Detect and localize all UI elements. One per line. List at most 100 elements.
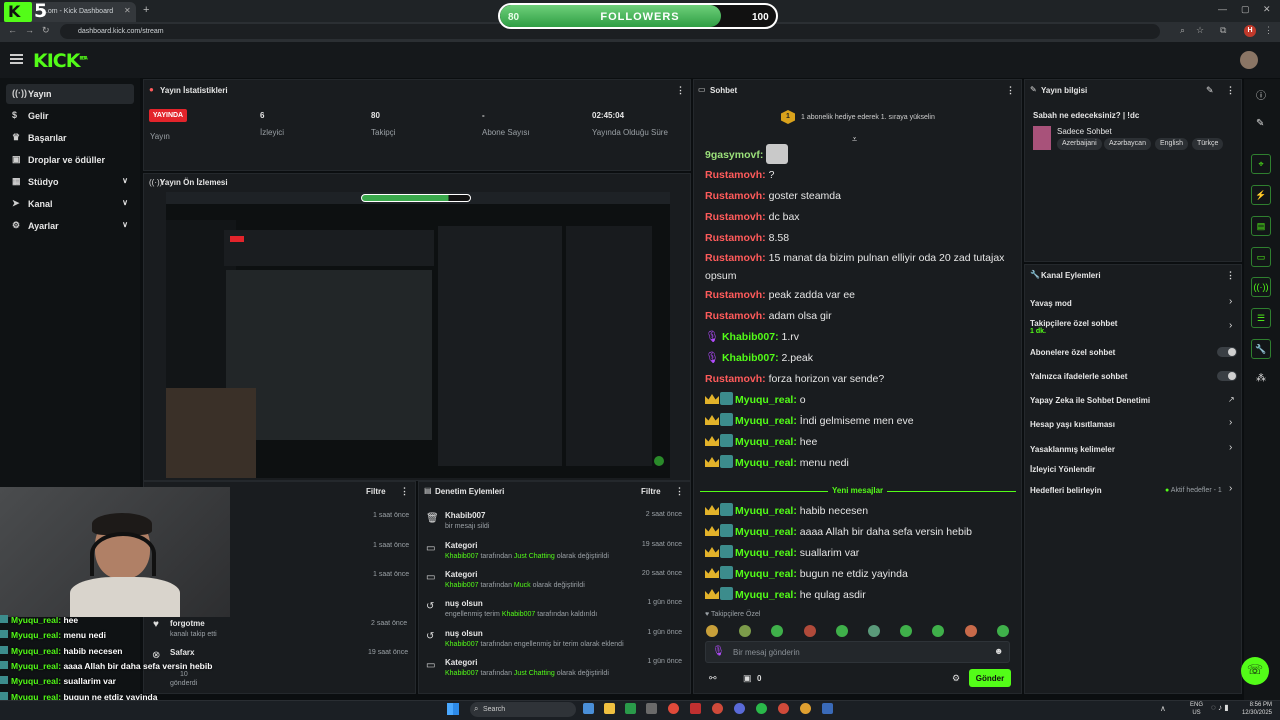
external-link-icon[interactable]: ↗ (1228, 395, 1235, 404)
chat-username[interactable]: Myuqu_real: (735, 436, 797, 448)
support-chat-icon[interactable]: ☏ (1241, 657, 1269, 685)
sidebar-item-kanal[interactable]: ➤ Kanal ∨ (6, 194, 134, 214)
stats-menu-icon[interactable]: ⋮ (676, 85, 685, 96)
chat-username[interactable]: Myuqu_real: (735, 589, 797, 601)
emoji-picker-icon[interactable]: ☻ (994, 646, 1003, 656)
emote-icon[interactable] (706, 625, 718, 637)
emote-icon[interactable] (965, 625, 977, 637)
app-icon[interactable] (625, 703, 636, 714)
action-subs-only[interactable]: Abonelere özel sohbet (1030, 348, 1115, 357)
activity-menu-icon[interactable]: ⋮ (400, 486, 409, 497)
sidebar-item-studyo[interactable]: ▦ Stüdyo ∨ (6, 172, 134, 192)
chat-username[interactable]: Rustamovh: (705, 232, 766, 244)
stream-info-menu-icon[interactable]: ⋮ (1226, 85, 1235, 96)
chat-menu-icon[interactable]: ⋮ (1006, 85, 1015, 96)
spotify-icon[interactable] (756, 703, 767, 714)
chat-username[interactable]: Myuqu_real: (735, 568, 797, 580)
app-icon[interactable] (778, 703, 789, 714)
rail-chat-icon[interactable]: ▭ (1251, 247, 1271, 267)
close-window-icon[interactable]: ✕ (1263, 4, 1271, 15)
chat-username[interactable]: 9gasymovf: (705, 149, 763, 161)
rail-wrench-icon[interactable]: 🔧 (1251, 339, 1271, 359)
forward-icon[interactable]: → (25, 25, 34, 35)
pencil-icon[interactable]: ✎ (1256, 118, 1264, 129)
chat-username[interactable]: Myuqu_real: (735, 547, 797, 559)
mod-filter-button[interactable]: Filtre (641, 487, 661, 496)
sidebar-item-gelir[interactable]: $ Gelir (6, 106, 134, 126)
subs-only-toggle[interactable] (1217, 347, 1237, 357)
chrome-icon[interactable] (712, 703, 723, 714)
chevron-right-icon[interactable]: › (1229, 442, 1232, 453)
chevron-right-icon[interactable]: › (1229, 483, 1232, 494)
action-ai-moderation[interactable]: Yapay Zeka ile Sohbet Denetimi (1030, 396, 1150, 405)
kick-logo[interactable]: KICKBETA (33, 50, 88, 72)
app-icon[interactable] (646, 703, 657, 714)
chevron-right-icon[interactable]: › (1229, 320, 1232, 331)
chat-username[interactable]: Rustamovh: (705, 252, 766, 264)
action-raid[interactable]: İzleyici Yönlendir (1030, 465, 1095, 474)
emote-icon[interactable] (804, 625, 816, 637)
rail-document-icon[interactable]: ▤ (1251, 216, 1271, 236)
chevron-right-icon[interactable]: › (1229, 417, 1232, 428)
chat-username[interactable]: Myuqu_real: (735, 457, 797, 469)
chat-username[interactable]: Myuqu_real: (735, 415, 797, 427)
rail-broadcast-icon[interactable]: ((·)) (1251, 277, 1271, 297)
emote-icon[interactable] (932, 625, 944, 637)
channel-actions-menu-icon[interactable]: ⋮ (1226, 270, 1235, 281)
chrome-icon[interactable] (668, 703, 679, 714)
chat-settings-icon[interactable]: ⚙ (952, 673, 960, 684)
steam-icon[interactable] (822, 703, 833, 714)
minimize-icon[interactable]: — (1218, 4, 1227, 14)
reload-icon[interactable]: ↻ (42, 25, 50, 36)
tray-chevron-icon[interactable]: ∧ (1160, 704, 1166, 713)
sidebar-item-droplar[interactable]: ▣ Droplar ve ödüller (6, 150, 134, 170)
taskbar-search[interactable]: Search (470, 702, 576, 717)
action-banned-words[interactable]: Yasaklanmış kelimeler (1030, 445, 1115, 454)
language-indicator[interactable]: ENG US (1190, 701, 1203, 717)
chat-username[interactable]: Rustamovh: (705, 289, 766, 301)
action-emotes-only[interactable]: Yalnızca ifadelerle sohbet (1030, 372, 1127, 381)
rail-stats-icon[interactable]: ⌖ (1251, 154, 1271, 174)
edit-icon[interactable]: ✎ (1206, 85, 1214, 96)
maximize-icon[interactable]: ▢ (1241, 4, 1250, 15)
emote-icon[interactable] (997, 625, 1009, 637)
wifi-icon[interactable]: ◌ ♪ ▮ (1211, 703, 1229, 712)
action-slow-mode[interactable]: Yavaş mod (1030, 299, 1072, 308)
rail-list-icon[interactable]: ☰ (1251, 308, 1271, 328)
action-followers-only[interactable]: Takipçilere özel sohbet (1030, 319, 1117, 328)
new-tab-icon[interactable]: + (143, 4, 149, 16)
clock[interactable]: 8:56 PM 12/30/2025 (1238, 701, 1272, 717)
explorer-icon[interactable] (604, 703, 615, 714)
gift-icon[interactable]: ▣ (743, 673, 752, 684)
emote-icon[interactable] (771, 625, 783, 637)
browser-menu-icon[interactable]: ⋮ (1264, 25, 1273, 36)
extensions-icon[interactable]: ⧉ (1220, 25, 1226, 36)
back-icon[interactable]: ← (8, 25, 17, 35)
chat-username[interactable]: Myuqu_real: (735, 526, 797, 538)
zoom-icon[interactable]: ⌕ (1180, 25, 1185, 36)
action-goals[interactable]: Hedefleri belirleyin (1030, 486, 1102, 495)
send-button[interactable]: Gönder (969, 669, 1011, 687)
chat-username[interactable]: Khabib007: (722, 331, 779, 343)
chat-username[interactable]: Myuqu_real: (735, 394, 797, 406)
emote-icon[interactable] (739, 625, 751, 637)
windows-start-icon[interactable] (447, 703, 459, 715)
user-avatar[interactable] (1240, 51, 1258, 69)
chat-username[interactable]: Myuqu_real: (735, 505, 797, 517)
discord-icon[interactable] (734, 703, 745, 714)
close-tab-icon[interactable]: ✕ (124, 6, 131, 15)
apps-icon[interactable]: ⁂ (1256, 373, 1266, 384)
activity-filter-button[interactable]: Filtre (366, 487, 386, 496)
taskview-icon[interactable] (583, 703, 594, 714)
sidebar-item-ayarlar[interactable]: ⚙ Ayarlar ∨ (6, 216, 134, 236)
app-icon[interactable] (800, 703, 811, 714)
chat-username[interactable]: Rustamovh: (705, 169, 766, 181)
chat-username[interactable]: Rustamovh: (705, 211, 766, 223)
emote-icon[interactable] (868, 625, 880, 637)
chat-username[interactable]: Rustamovh: (705, 310, 766, 322)
profile-avatar[interactable]: H (1244, 25, 1256, 37)
chat-username[interactable]: Rustamovh: (705, 373, 766, 385)
emote-icon[interactable] (900, 625, 912, 637)
chevron-right-icon[interactable]: › (1229, 296, 1232, 307)
sidebar-item-yayin[interactable]: ((·)) Yayın (6, 84, 134, 104)
